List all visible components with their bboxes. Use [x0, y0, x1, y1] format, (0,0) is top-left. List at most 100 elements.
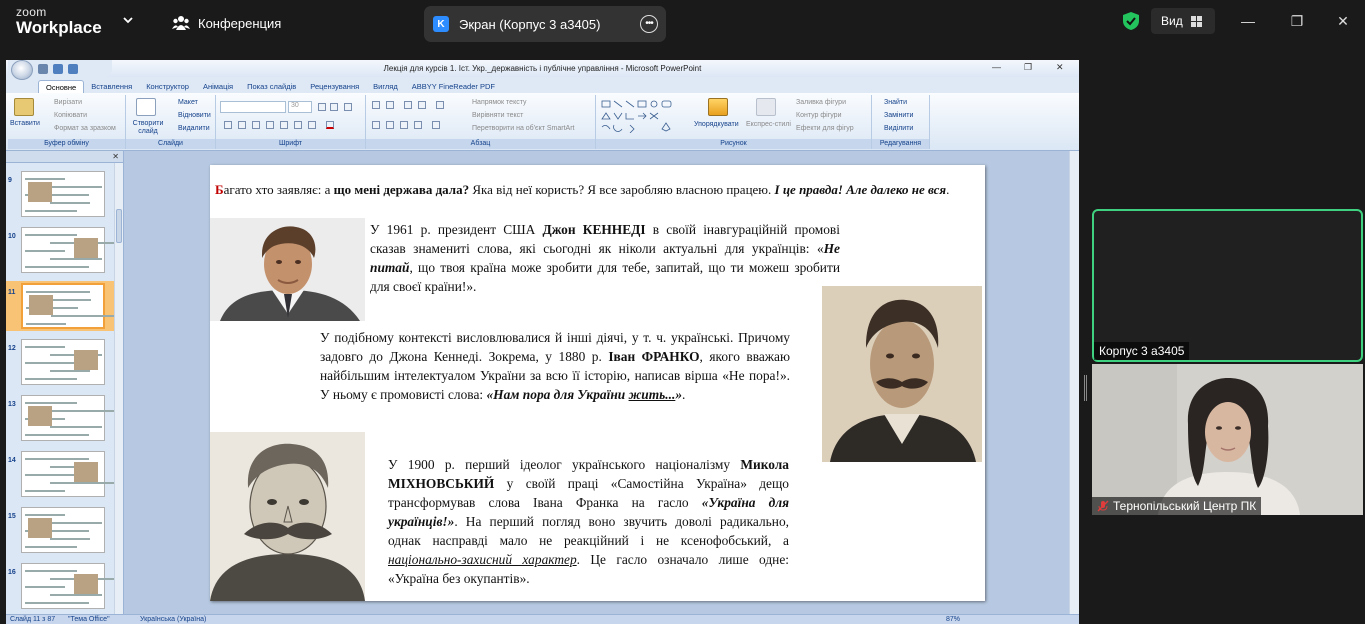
video-tile[interactable]: Тернопільський Центр ПК: [1092, 364, 1363, 515]
ribbon-tab[interactable]: Рецензування: [303, 80, 366, 93]
arrange-icon[interactable]: [708, 98, 728, 116]
align-left-icon[interactable]: [372, 121, 380, 129]
delete-slide-button[interactable]: Видалити: [178, 125, 210, 132]
reset-button[interactable]: Відновити: [178, 112, 211, 119]
shadow-icon[interactable]: [280, 121, 288, 129]
case-icon[interactable]: [308, 121, 316, 129]
ribbon-tab[interactable]: Анімація: [196, 80, 240, 93]
slide-thumbnail[interactable]: 16: [6, 561, 114, 611]
decrease-indent-icon[interactable]: [404, 101, 412, 109]
increase-indent-icon[interactable]: [418, 101, 426, 109]
shield-check-icon[interactable]: [1122, 11, 1140, 31]
bullets-icon[interactable]: [372, 101, 380, 109]
ppt-minimize-icon[interactable]: —: [992, 62, 1001, 72]
ribbon-tab[interactable]: Показ слайдів: [240, 80, 303, 93]
ribbon-tab[interactable]: Вставлення: [84, 80, 139, 93]
shape-fill-button[interactable]: Заливка фігури: [796, 99, 846, 106]
ribbon-tab[interactable]: Вигляд: [366, 80, 405, 93]
copy-button[interactable]: Копіювати: [54, 112, 87, 119]
participant-name: Тернопільський Центр ПК: [1113, 499, 1257, 513]
p4-text: У 1900 р. перший ідеолог українського на…: [388, 457, 741, 472]
grid-icon: [1190, 15, 1202, 27]
justify-icon[interactable]: [414, 121, 422, 129]
clipboard-group-label: Буфер обміну: [8, 139, 125, 149]
layout-button[interactable]: Макет: [178, 99, 198, 106]
new-slide-icon[interactable]: [136, 98, 156, 116]
shapes-gallery-icon[interactable]: [600, 99, 686, 133]
paragraph-group-label: Абзац: [366, 139, 595, 149]
editing-group-label: Редагування: [872, 139, 929, 149]
clear-format-icon[interactable]: [344, 103, 352, 111]
powerpoint-window: Лекція для курсів 1. Іст. Укр._державніс…: [6, 60, 1079, 624]
line-spacing-icon[interactable]: [436, 101, 444, 109]
slide-thumbnail[interactable]: 9: [6, 169, 114, 219]
participant-video: [1092, 364, 1363, 515]
screen-share-tab[interactable]: K Экран (Корпус 3 а3405) •••: [424, 6, 666, 42]
numbering-icon[interactable]: [386, 101, 394, 109]
format-painter-button[interactable]: Формат за зразком: [54, 125, 116, 132]
spacing-icon[interactable]: [294, 121, 302, 129]
chevron-down-icon[interactable]: [121, 13, 135, 27]
slide-canvas: Багато хто заявляє: а що мені держава да…: [124, 151, 1069, 614]
video-tile-active[interactable]: Корпус 3 а3405: [1092, 209, 1363, 362]
italic-icon[interactable]: [238, 121, 246, 129]
shrink-font-icon[interactable]: [330, 103, 338, 111]
find-button[interactable]: Знайти: [884, 99, 907, 106]
zoom-top-bar: zoom Workplace Конференция K Экран (Корп…: [0, 0, 1365, 46]
convert-smartart-button[interactable]: Перетворити на об'єкт SmartArt: [472, 125, 575, 132]
slide-thumbnail[interactable]: 14: [6, 449, 114, 499]
slide-thumbnail[interactable]: 15: [6, 505, 114, 555]
p1-text3: .: [946, 182, 950, 197]
canvas-scrollbar[interactable]: [1069, 151, 1079, 614]
quick-styles-button[interactable]: Експрес-стилі: [746, 121, 791, 128]
new-slide-button[interactable]: Створити слайд: [130, 120, 166, 136]
panel-splitter[interactable]: [1084, 375, 1087, 401]
shape-outline-button[interactable]: Контур фігури: [796, 112, 841, 119]
paste-icon[interactable]: [14, 98, 34, 116]
replace-button[interactable]: Замінити: [884, 112, 913, 119]
p1-bold: що мені держава дала?: [333, 182, 470, 197]
align-right-icon[interactable]: [400, 121, 408, 129]
align-text-button[interactable]: Вирівняти текст: [472, 112, 523, 119]
minimize-icon[interactable]: —: [1240, 13, 1256, 29]
pane-close-icon[interactable]: ✕: [112, 152, 119, 161]
p4-italic-underline: національно-захисний характер: [388, 552, 577, 567]
ppt-title-bar: Лекція для курсів 1. Іст. Укр._державніс…: [6, 60, 1079, 80]
columns-icon[interactable]: [432, 121, 440, 129]
conference-button[interactable]: Конференция: [172, 13, 281, 33]
ribbon-tab[interactable]: ABBYY FineReader PDF: [405, 80, 502, 93]
close-icon[interactable]: ✕: [1335, 13, 1351, 29]
font-size-field[interactable]: 30: [288, 101, 312, 113]
slide-thumbnail[interactable]: 13: [6, 393, 114, 443]
slide-thumbnail-preview: [21, 227, 114, 273]
shape-effects-button[interactable]: Ефекти для фігур: [796, 125, 854, 132]
strikethrough-icon[interactable]: [266, 121, 274, 129]
underline-icon[interactable]: [252, 121, 260, 129]
arrange-button[interactable]: Упорядкувати: [694, 121, 739, 128]
paste-button[interactable]: Вставити: [10, 120, 40, 127]
font-name-field[interactable]: [220, 101, 286, 113]
ppt-close-icon[interactable]: ✕: [1056, 62, 1064, 73]
more-options-icon[interactable]: •••: [640, 15, 658, 33]
text-direction-button[interactable]: Напрямок тексту: [472, 99, 527, 106]
select-button[interactable]: Виділити: [884, 125, 913, 132]
cut-button[interactable]: Вирізати: [54, 99, 82, 106]
maximize-icon[interactable]: ❐: [1289, 13, 1305, 29]
p3-bold: Іван ФРАНКО: [608, 349, 700, 364]
view-button[interactable]: Вид: [1151, 8, 1215, 34]
slide-number: 10: [8, 233, 16, 240]
ribbon-tab[interactable]: Основне: [38, 80, 85, 93]
slide-thumbnail[interactable]: 10: [6, 225, 114, 275]
font-color-icon[interactable]: [326, 121, 334, 129]
mikhnovsky-paragraph: У 1900 р. перший ідеолог українського на…: [388, 455, 789, 588]
slide-thumbnail[interactable]: 12: [6, 337, 114, 387]
ppt-restore-icon[interactable]: ❐: [1024, 62, 1032, 73]
quick-styles-icon[interactable]: [756, 98, 776, 116]
align-center-icon[interactable]: [386, 121, 394, 129]
thumbnails-scrollbar[interactable]: [114, 163, 123, 614]
ribbon-tab[interactable]: Конструктор: [139, 80, 196, 93]
slide-thumbnail[interactable]: 11: [6, 281, 115, 331]
grow-font-icon[interactable]: [318, 103, 326, 111]
bold-icon[interactable]: [224, 121, 232, 129]
franko-photo: [822, 286, 982, 462]
